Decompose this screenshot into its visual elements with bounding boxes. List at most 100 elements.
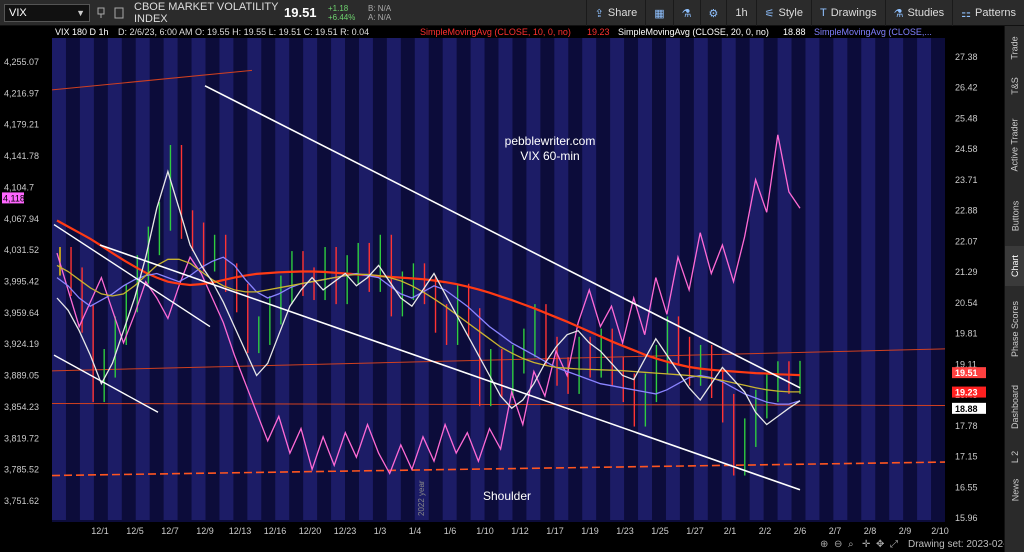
tab-phase-scores[interactable]: Phase Scores	[1005, 288, 1024, 370]
left-axis-tick: 3,889.05	[4, 371, 39, 381]
price-change: +1.18 +6.44%	[328, 4, 368, 22]
grid-button[interactable]: ▦	[645, 0, 672, 26]
right-axis-marker: 18.88	[955, 404, 978, 414]
session-band	[107, 38, 122, 520]
share-button[interactable]: ⇪ Share	[585, 0, 646, 26]
left-axis-tick: 4,216.97	[4, 88, 39, 98]
tab-active-trader[interactable]: Active Trader	[1005, 104, 1024, 186]
time-axis-tick: 2/2	[759, 526, 772, 536]
time-axis-tick: 2/1	[724, 526, 737, 536]
right-axis-marker: 19.51	[955, 368, 978, 378]
right-axis-tick: 22.88	[955, 206, 978, 216]
shoulder-label: Shoulder	[483, 489, 531, 503]
header-bar-info: D: 2/6/23, 6:00 AM O: 19.55 H: 19.55 L: …	[118, 27, 369, 37]
style-button[interactable]: ⚟ Style	[755, 0, 811, 26]
tab-dashboard[interactable]: Dashboard	[1005, 372, 1024, 442]
magnifier-icon[interactable]: ⌕	[848, 539, 854, 550]
price-chart[interactable]: VIX 180 D 1h D: 2/6/23, 6:00 AM O: 19.55…	[0, 26, 1024, 552]
top-toolbar: VIX ▼ CBOE MARKET VOLATILITY INDEX 19.51…	[0, 0, 1024, 26]
drawing-set-status: Drawing set: 2023-02-02...	[908, 539, 1004, 550]
time-axis-tick: 12/20	[299, 526, 322, 536]
left-price-axis[interactable]: 4,255.074,216.974,179.214,141.784,104.74…	[2, 57, 39, 506]
session-band	[638, 38, 652, 520]
time-axis-tick: 12/13	[229, 526, 252, 536]
time-axis-tick: 2/8	[864, 526, 877, 536]
symbol-input[interactable]: VIX ▼	[4, 3, 90, 22]
header-study-sma20-value: 18.88	[783, 27, 806, 37]
session-band	[889, 38, 904, 520]
tab-trade[interactable]: Trade	[1005, 28, 1024, 68]
share-icon: ⇪	[594, 7, 604, 20]
link-icon[interactable]	[112, 5, 126, 21]
settings-button[interactable]: ⚙	[699, 0, 727, 26]
timeframe-button[interactable]: 1h	[726, 0, 755, 26]
zoom-out-icon[interactable]: ⊖	[834, 539, 842, 550]
time-axis-tick: 12/1	[91, 526, 109, 536]
annotation-line-2: VIX 60-min	[520, 149, 579, 163]
drawings-label: Drawings	[830, 7, 877, 19]
right-axis-bg	[945, 26, 1004, 552]
zoom-in-icon[interactable]: ⊕	[820, 539, 828, 550]
left-axis-tick: 3,854.23	[4, 402, 39, 412]
right-axis-tick: 16.55	[955, 482, 978, 492]
session-band	[833, 38, 848, 520]
time-axis-tick: 1/19	[581, 526, 599, 536]
tab-time-and-sales[interactable]: T&S	[1005, 70, 1024, 102]
tab-buttons[interactable]: Buttons	[1005, 188, 1024, 244]
tab-chart[interactable]: Chart	[1005, 246, 1024, 286]
chart-canvas[interactable]: VIX 180 D 1h D: 2/6/23, 6:00 AM O: 19.55…	[0, 26, 1024, 552]
session-band	[861, 38, 876, 520]
crosshair-icon[interactable]: ✛	[862, 539, 870, 550]
left-axis-tick: 3,785.52	[4, 465, 39, 475]
studies-button[interactable]: ⚗ Studies	[884, 0, 953, 26]
left-axis-tick: 4,104.7	[4, 182, 34, 192]
time-axis-tick: 1/27	[686, 526, 704, 536]
gear-icon: ⚙	[708, 7, 719, 20]
header-study-sma10[interactable]: SimpleMovingAvg (CLOSE, 10, 0, no)	[420, 27, 571, 37]
session-band	[805, 38, 820, 520]
flask-button[interactable]: ⚗	[672, 0, 700, 26]
session-band	[526, 38, 541, 520]
session-band	[917, 38, 932, 520]
time-axis-tick: 1/12	[511, 526, 529, 536]
header-study-sma20[interactable]: SimpleMovingAvg (CLOSE, 20, 0, no)	[618, 27, 769, 37]
right-axis-tick: 26.42	[955, 83, 978, 93]
header-study-sma-other[interactable]: SimpleMovingAvg (CLOSE,...	[814, 27, 932, 37]
bid-value: B: N/A	[368, 3, 392, 13]
tab-level-2[interactable]: L 2	[1005, 444, 1024, 470]
tab-news[interactable]: News	[1005, 472, 1024, 508]
session-band	[554, 38, 569, 520]
left-axis-marker: 4,118	[3, 193, 25, 203]
time-axis-tick: 1/25	[651, 526, 669, 536]
change-pct: +6.44%	[328, 12, 356, 22]
right-axis-tick: 20.54	[955, 298, 978, 308]
pin-icon[interactable]	[94, 5, 108, 21]
left-axis-tick: 3,995.42	[4, 277, 39, 287]
chevron-down-icon[interactable]: ▼	[76, 8, 85, 18]
time-axis-tick: 2/7	[829, 526, 842, 536]
style-icon: ⚟	[764, 7, 775, 20]
expand-icon[interactable]: ⤢	[890, 539, 898, 550]
right-axis-marker: 19.23	[955, 388, 978, 398]
session-band	[275, 38, 290, 520]
session-band	[610, 38, 625, 520]
pan-icon[interactable]: ✥	[876, 539, 884, 550]
time-axis-tick: 12/7	[161, 526, 179, 536]
time-axis-tick: 2/6	[794, 526, 807, 536]
grid-icon: ▦	[654, 7, 665, 20]
left-axis-tick: 4,067.94	[4, 214, 39, 224]
bid-ask: B: N/A A: N/A	[368, 4, 412, 22]
session-band	[777, 38, 792, 520]
left-axis-tick: 3,819.72	[4, 433, 39, 443]
time-axis-tick: 2/9	[899, 526, 912, 536]
drawings-button[interactable]: T Drawings	[810, 0, 885, 26]
right-axis-tick: 22.07	[955, 236, 978, 246]
toolbar-actions: ⇪ Share ▦ ⚗ ⚙ 1h ⚟ Style T Drawings ⚗ St…	[585, 0, 1024, 26]
header-symbol-info: VIX 180 D 1h	[55, 27, 109, 37]
time-axis-tick: 1/3	[374, 526, 387, 536]
share-label: Share	[607, 7, 638, 19]
left-axis-tick: 3,959.64	[4, 308, 39, 318]
right-axis-tick: 19.81	[955, 329, 978, 339]
chart-header: VIX 180 D 1h D: 2/6/23, 6:00 AM O: 19.55…	[55, 27, 932, 37]
patterns-button[interactable]: ⚏ Patterns	[952, 0, 1024, 26]
